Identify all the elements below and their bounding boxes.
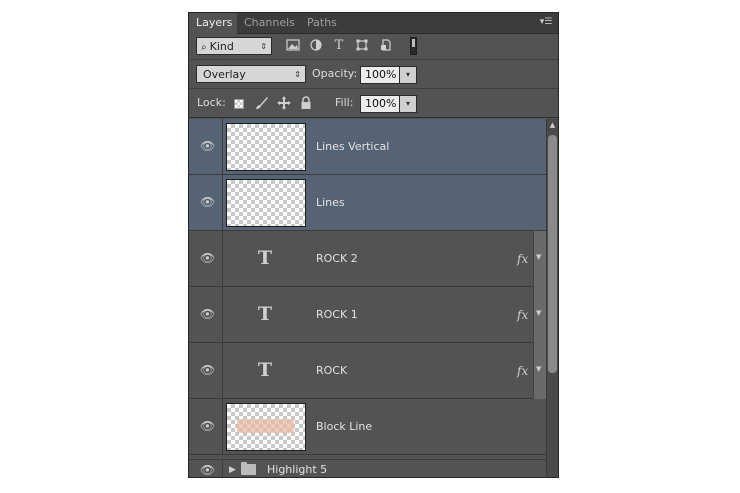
chevron-down-icon: ▼ [536, 309, 542, 317]
layer-row-rock-2[interactable]: 👁 T ROCK 2 fx ▼ [189, 231, 546, 287]
tab-paths[interactable]: Paths [300, 13, 343, 33]
expand-triangle-icon[interactable]: ▶ [229, 464, 236, 476]
layer-name[interactable]: ROCK 2 [316, 231, 358, 287]
layer-row-block-line[interactable]: 👁 Block Line [189, 399, 546, 455]
blend-row: Overlay ⇕ Opacity: 100% ▾ [189, 61, 558, 89]
lock-row: Lock: Fill: 100% ▾ [189, 90, 558, 118]
scrollbar-thumb[interactable] [548, 135, 557, 373]
layer-name[interactable]: Block Line [316, 399, 372, 455]
filter-toggle-switch[interactable] [410, 37, 417, 55]
blend-mode-value: Overlay [203, 68, 246, 81]
eye-icon: 👁 [200, 363, 216, 377]
layer-row-rock-1[interactable]: 👁 T ROCK 1 fx ▼ [189, 287, 546, 343]
layer-name[interactable]: Lines Vertical [316, 119, 389, 175]
chevron-down-icon: ▼ [536, 365, 542, 373]
layers-list: 👁 Lines Vertical 👁 Lines 👁 T ROCK 2 fx ▼… [189, 119, 546, 477]
fill-label: Fill: [335, 96, 354, 109]
visibility-toggle[interactable]: 👁 [189, 231, 223, 286]
visibility-toggle[interactable]: 👁 [189, 399, 223, 454]
layers-scrollbar[interactable]: ▲ [546, 119, 558, 477]
fill-field[interactable]: 100% [360, 95, 400, 113]
chevron-down-icon: ▾ [405, 70, 410, 79]
search-icon: ⌕ [201, 42, 207, 53]
visibility-toggle[interactable]: 👁 [189, 460, 223, 477]
block-line-preview [237, 419, 294, 433]
eye-icon: 👁 [200, 251, 216, 265]
lock-transparent-icon[interactable] [234, 99, 244, 109]
lock-image-icon[interactable] [255, 96, 269, 110]
layer-thumbnail [226, 179, 306, 227]
filter-kind-label: Kind [209, 40, 234, 53]
group-name[interactable]: Highlight 5 [267, 460, 327, 477]
shape-filter-icon[interactable] [355, 39, 369, 53]
lock-position-icon[interactable] [277, 96, 291, 110]
tab-channels[interactable]: Channels [237, 13, 300, 33]
opacity-dropdown-button[interactable]: ▾ [399, 66, 417, 84]
eye-icon: 👁 [200, 307, 216, 321]
layer-name[interactable]: ROCK [316, 343, 347, 399]
fx-icon[interactable]: fx [517, 250, 528, 268]
fx-icon[interactable]: fx [517, 362, 528, 380]
text-layer-icon: T [257, 359, 273, 381]
panel-menu-icon[interactable]: ▾☰ [538, 15, 554, 29]
layer-name[interactable]: ROCK 1 [316, 287, 358, 343]
layers-panel: Layers Channels Paths ▾☰ ⌕ Kind ⇕ T Overl… [188, 12, 559, 478]
effects-expand-button[interactable]: ▼ [533, 343, 546, 399]
layer-row-lines-vertical[interactable]: 👁 Lines Vertical [189, 119, 546, 175]
opacity-label: Opacity: [312, 67, 358, 80]
blend-mode-select[interactable]: Overlay ⇕ [196, 65, 306, 83]
eye-icon: 👁 [200, 463, 216, 477]
layer-row-lines[interactable]: 👁 Lines [189, 175, 546, 231]
scroll-up-icon[interactable]: ▲ [547, 119, 558, 131]
filter-row: ⌕ Kind ⇕ T [189, 34, 558, 60]
adjustment-filter-icon[interactable] [309, 39, 323, 53]
visibility-toggle[interactable]: 👁 [189, 343, 223, 398]
text-layer-icon: T [257, 247, 273, 269]
visibility-toggle[interactable]: 👁 [189, 119, 223, 174]
fill-dropdown-button[interactable]: ▾ [399, 95, 417, 113]
effects-expand-button[interactable]: ▼ [533, 231, 546, 287]
updown-arrow-icon: ⇕ [294, 70, 301, 79]
filter-kind-select[interactable]: ⌕ Kind ⇕ [196, 37, 272, 55]
lock-label: Lock: [197, 96, 226, 109]
panel-tab-bar: Layers Channels Paths ▾☰ [189, 13, 558, 34]
updown-arrow-icon: ⇕ [260, 42, 267, 51]
layer-name[interactable]: Lines [316, 175, 345, 231]
eye-icon: 👁 [200, 195, 216, 209]
pixel-filter-icon[interactable] [286, 39, 300, 53]
visibility-toggle[interactable]: 👁 [189, 287, 223, 342]
fx-icon[interactable]: fx [517, 306, 528, 324]
effects-expand-button[interactable]: ▼ [533, 287, 546, 343]
chevron-down-icon: ▼ [536, 253, 542, 261]
layer-thumbnail [226, 403, 306, 451]
folder-icon [241, 462, 256, 475]
type-filter-icon[interactable]: T [332, 39, 346, 53]
text-layer-icon: T [257, 303, 273, 325]
tab-layers[interactable]: Layers [189, 13, 237, 34]
opacity-field[interactable]: 100% [360, 66, 400, 84]
smart-object-filter-icon[interactable] [379, 39, 393, 53]
group-row-highlight-5[interactable]: 👁 ▶ Highlight 5 [189, 459, 546, 477]
chevron-down-icon: ▾ [405, 99, 410, 108]
visibility-toggle[interactable]: 👁 [189, 175, 223, 230]
eye-icon: 👁 [200, 139, 216, 153]
layer-thumbnail [226, 123, 306, 171]
lock-all-icon[interactable] [299, 96, 313, 110]
eye-icon: 👁 [200, 419, 216, 433]
layer-row-rock[interactable]: 👁 T ROCK fx ▼ [189, 343, 546, 399]
